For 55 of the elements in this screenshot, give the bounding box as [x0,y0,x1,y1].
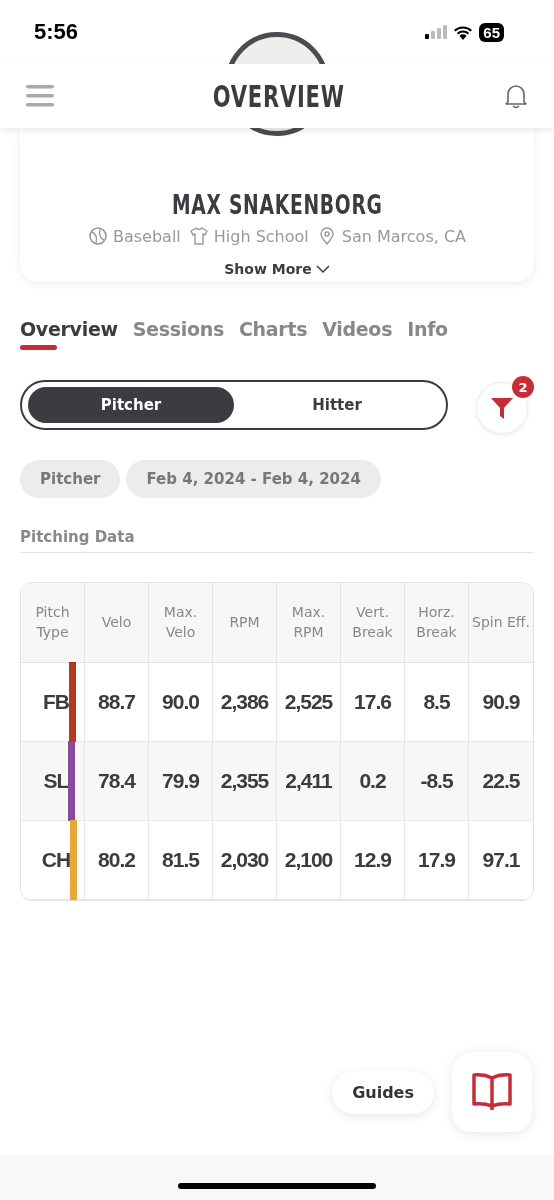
page-title: OVERVIEW [212,78,346,114]
shirt-icon [188,226,209,246]
filter-icon [491,396,513,420]
filter-count-badge: 2 [512,376,534,398]
profile-detail: Baseball [113,226,181,246]
book-icon [471,1072,513,1112]
column-header: RPM [213,583,277,663]
column-header: Max. Velo [149,583,213,663]
pitch-type-label: FB [43,690,69,714]
column-header: Spin Eff. [469,583,533,663]
baseball-icon [88,226,108,246]
profile-detail: San Marcos, CA [341,226,466,246]
tab[interactable]: Info [407,318,448,350]
pitch-type-label: CH [41,848,71,872]
guides-button[interactable]: Guides [332,1070,434,1114]
column-header: Vert. Break [341,583,405,663]
toggle-option[interactable]: Pitcher [28,387,234,423]
wifi-icon [453,24,474,40]
guides-book-button[interactable] [452,1052,532,1132]
pitch-type-label: SL [43,769,69,793]
battery-level: 65 [479,22,504,42]
table-cell: 97.1 [469,821,533,900]
toggle-option[interactable]: Hitter [234,387,440,423]
column-header: Horz. Break [405,583,469,663]
tab[interactable]: Videos [322,318,393,350]
table-cell: 2,030 [213,821,277,900]
show-more-button[interactable]: Show More [218,260,336,278]
table-cell: 0.2 [341,742,405,821]
column-header: Max. RPM [277,583,341,663]
signal-icon [425,25,448,39]
table-cell: 2,355 [213,742,277,821]
notification-bell-icon[interactable] [504,83,528,109]
status-time: 5:56 [34,19,79,45]
table-cell: 79.9 [149,742,213,821]
table-cell: 81.5 [149,821,213,900]
table-cell: 12.9 [341,821,405,900]
table-cell: 17.9 [405,821,469,900]
player-name: MAX SNAKENBORG [171,190,383,220]
table-cell: -8.5 [405,742,469,821]
chevron-down-icon [315,264,330,274]
column-header: Velo [85,583,149,663]
tab[interactable]: Overview [20,318,118,350]
filter-chip[interactable]: Pitcher [20,460,121,498]
table-cell: 80.2 [85,821,149,900]
tab[interactable]: Sessions [132,318,224,350]
filter-chip[interactable]: Feb 4, 2024 - Feb 4, 2024 [126,460,381,498]
section-title: Pitching Data [20,528,534,553]
filter-button[interactable] [476,382,528,434]
table-cell: 78.4 [85,742,149,821]
table-cell: 2,100 [277,821,341,900]
table-cell: 22.5 [469,742,533,821]
tab[interactable]: Charts [238,318,308,350]
profile-detail: High School [213,226,309,246]
column-header: Pitch Type [21,583,85,663]
table-cell: 2,411 [277,742,341,821]
